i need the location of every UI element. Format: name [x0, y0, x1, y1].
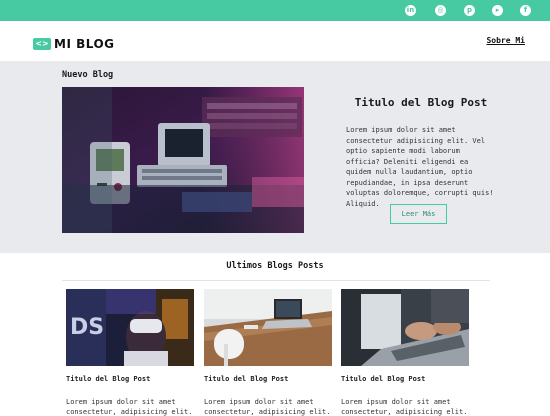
- typing-laptop-photo: [341, 289, 469, 366]
- top-social-bar: in ◎ p ▸ f: [0, 0, 550, 21]
- blog-card-excerpt: Lorem ipsum dolor sit amet consectetur, …: [341, 398, 468, 416]
- retro-computers-photo: [62, 87, 304, 233]
- nav-link-about[interactable]: Sobre Mi: [486, 36, 525, 45]
- read-more-button[interactable]: Leer Más: [390, 204, 447, 224]
- blog-card-title[interactable]: Titulo del Blog Post: [204, 375, 332, 383]
- featured-section-title: Nuevo Blog: [62, 70, 114, 80]
- svg-text:DS: DS: [70, 315, 104, 340]
- featured-post-title[interactable]: Titulo del Blog Post: [346, 96, 496, 109]
- site-logo[interactable]: <> MI BLOG: [33, 37, 115, 51]
- section-divider: [62, 280, 490, 281]
- site-header: <> MI BLOG Sobre Mi: [0, 21, 550, 61]
- latest-posts-title: Ultimos Blogs Posts: [226, 261, 324, 271]
- linkedin-icon[interactable]: in: [405, 5, 416, 16]
- blog-card-title[interactable]: Titulo del Blog Post: [341, 375, 469, 383]
- blog-card-image[interactable]: [204, 289, 332, 366]
- blog-card[interactable]: Titulo del Blog Post Lorem ipsum dolor s…: [341, 289, 469, 416]
- blog-card[interactable]: DS Titulo del Blog Post Lorem ipsum dolo…: [66, 289, 194, 416]
- featured-post-excerpt: Lorem ipsum dolor sit amet consectetur a…: [346, 126, 494, 208]
- blog-card-image[interactable]: DS: [66, 289, 194, 366]
- logo-mark-icon: <>: [33, 38, 51, 50]
- featured-post-image[interactable]: [62, 87, 304, 233]
- instagram-icon[interactable]: ◎: [435, 5, 446, 16]
- blog-card-title[interactable]: Titulo del Blog Post: [66, 375, 194, 383]
- blog-card[interactable]: Titulo del Blog Post Lorem ipsum dolor s…: [204, 289, 332, 416]
- facebook-icon[interactable]: f: [520, 5, 531, 16]
- logo-text: MI BLOG: [54, 37, 115, 51]
- blog-card-image[interactable]: [341, 289, 469, 366]
- featured-section: Nuevo Blog Titulo del Blog Post Lorem ip…: [0, 61, 550, 253]
- laptop-desk-photo: [204, 289, 332, 366]
- vr-headset-photo: DS: [66, 289, 194, 366]
- blog-card-excerpt: Lorem ipsum dolor sit amet consectetur, …: [66, 398, 193, 416]
- youtube-icon[interactable]: ▸: [492, 5, 503, 16]
- pinterest-icon[interactable]: p: [464, 5, 475, 16]
- blog-card-excerpt: Lorem ipsum dolor sit amet consectetur, …: [204, 398, 331, 416]
